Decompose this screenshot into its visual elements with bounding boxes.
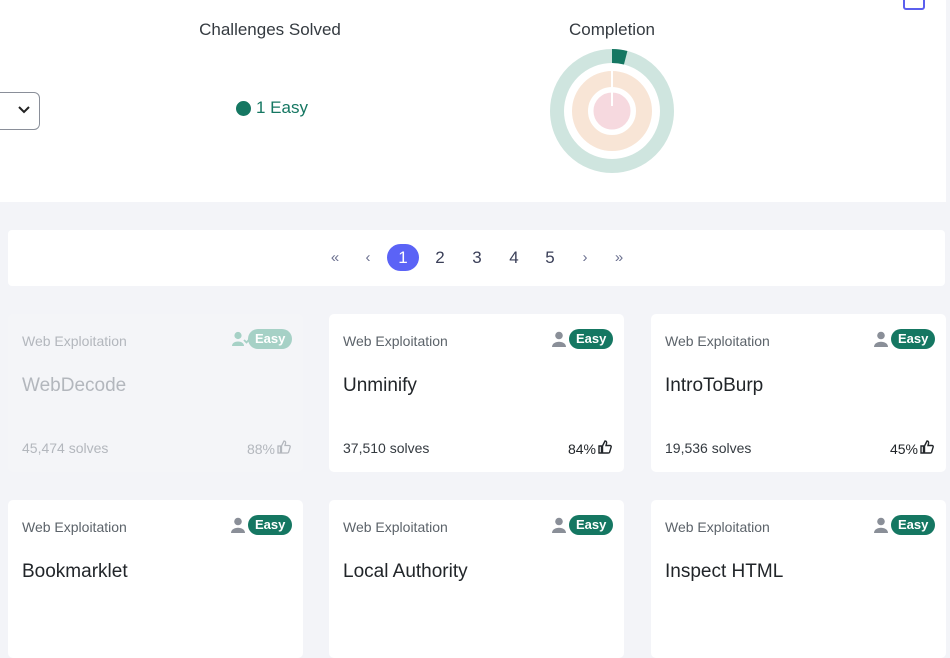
easy-ring-progress: [611, 49, 628, 65]
card-rating: 84%: [568, 440, 612, 457]
card-rating-value: 84%: [567, 440, 596, 457]
user-icon: [231, 517, 245, 538]
card-rating-value: 88%: [246, 440, 275, 457]
challenge-card[interactable]: Web Exploitation Easy IntroToBurp 19,536…: [651, 314, 946, 472]
difficulty-badge: Easy: [569, 515, 614, 535]
page-1-button[interactable]: 1: [387, 244, 419, 271]
corner-checkbox[interactable]: [903, 0, 925, 10]
filter-select[interactable]: [0, 92, 40, 130]
card-category: Web Exploitation: [22, 519, 127, 535]
page-5-button[interactable]: 5: [540, 244, 560, 271]
easy-dot: [236, 100, 251, 116]
thumbs-up-icon: [920, 440, 934, 457]
thumbs-up-icon: [277, 440, 291, 457]
user-icon: [552, 517, 566, 538]
easy-legend: 1 Easy: [236, 98, 308, 118]
difficulty-badge: Easy: [891, 329, 936, 349]
card-title: Inspect HTML: [665, 561, 784, 582]
card-rating-value: 45%: [889, 440, 918, 457]
chevron-down-icon: [18, 101, 30, 117]
card-title: IntroToBurp: [665, 375, 764, 396]
page-2-button[interactable]: 2: [430, 244, 450, 271]
thumbs-up-icon: [598, 440, 612, 457]
challenge-card[interactable]: Web Exploitation Easy Unminify 37,510 so…: [329, 314, 624, 472]
user-icon: [552, 331, 566, 352]
card-category: Web Exploitation: [665, 333, 770, 349]
difficulty-badge: Easy: [891, 515, 936, 535]
card-solves: 37,510 solves: [343, 440, 430, 456]
user-icon: [874, 331, 888, 352]
card-category: Web Exploitation: [343, 333, 448, 349]
challenge-card[interactable]: Web Exploitation Easy Bookmarklet: [8, 500, 303, 658]
easy-legend-label: 1 Easy: [256, 98, 308, 117]
pagination: « ‹ 1 2 3 4 5 › »: [8, 230, 945, 286]
first-page-button[interactable]: «: [326, 244, 344, 271]
page-4-button[interactable]: 4: [504, 244, 524, 271]
challenge-card[interactable]: Web Exploitation Easy WebDecode 45,474 s…: [8, 314, 303, 472]
card-title: Unminify: [343, 375, 417, 396]
prev-page-button[interactable]: ‹: [360, 244, 376, 271]
difficulty-badge: Easy: [248, 329, 293, 349]
card-title: Bookmarklet: [22, 561, 128, 582]
page-3-button[interactable]: 3: [467, 244, 487, 271]
challenge-card[interactable]: Web Exploitation Easy Inspect HTML: [651, 500, 946, 658]
difficulty-badge: Easy: [569, 329, 614, 349]
challenges-solved-title: Challenges Solved: [199, 20, 341, 39]
difficulty-badge: Easy: [248, 515, 293, 535]
user-icon: [874, 517, 888, 538]
card-category: Web Exploitation: [22, 333, 127, 349]
card-rating: 45%: [890, 440, 934, 457]
card-category: Web Exploitation: [343, 519, 448, 535]
challenge-card[interactable]: Web Exploitation Easy Local Authority: [329, 500, 624, 658]
completion-title: Completion: [569, 20, 655, 39]
stats-panel: Challenges Solved 1 Easy Completion: [0, 0, 946, 202]
card-title: WebDecode: [22, 375, 127, 396]
card-category: Web Exploitation: [665, 519, 770, 535]
card-solves: 19,536 solves: [665, 440, 752, 456]
card-title: Local Authority: [343, 561, 468, 582]
completion-donut: [550, 49, 674, 173]
next-page-button[interactable]: ›: [577, 244, 593, 271]
card-rating: 88%: [247, 440, 291, 457]
last-page-button[interactable]: »: [610, 244, 628, 271]
card-solves: 45,474 solves: [22, 440, 109, 456]
